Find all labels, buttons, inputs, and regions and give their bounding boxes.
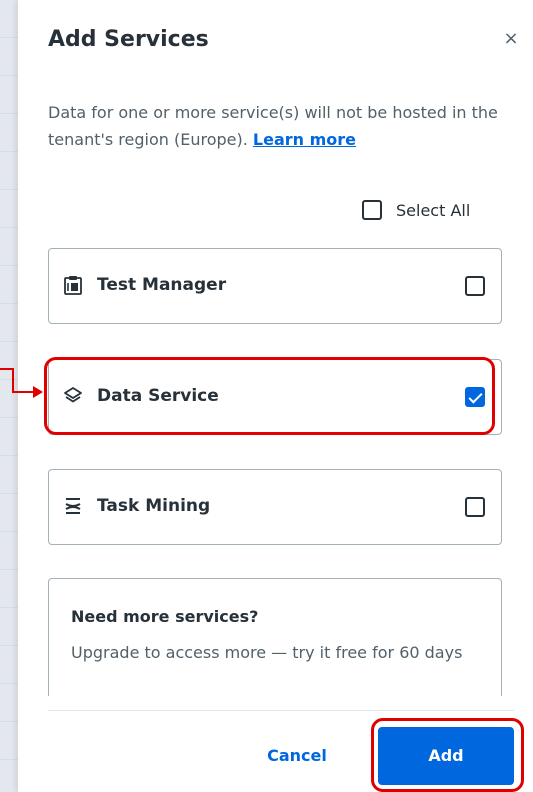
service-card-task-mining[interactable]: Task Mining [48,469,502,545]
service-card-data-service[interactable]: Data Service [48,359,502,435]
background-grid [0,0,20,792]
annotation-line [12,391,34,393]
add-button[interactable]: Add [378,727,514,785]
region-notice: Data for one or more service(s) will not… [48,99,508,153]
annotation-arrow [33,386,43,398]
upsell-card: Need more services? Upgrade to access mo… [48,578,502,696]
test-manager-icon [64,276,82,295]
select-all-control[interactable]: Select All [362,197,470,223]
service-checkbox-test-manager[interactable] [465,276,485,296]
service-name: Task Mining [97,496,211,516]
select-all-label: Select All [396,200,471,220]
service-checkbox-task-mining[interactable] [465,497,485,517]
service-name: Test Manager [97,275,227,295]
annotation-line [12,368,14,393]
close-icon[interactable]: × [500,28,522,50]
service-name: Data Service [97,386,219,406]
footer-divider [48,710,514,711]
layers-icon [64,387,82,403]
cancel-button[interactable]: Cancel [247,735,347,777]
upsell-title: Need more services? [71,607,259,626]
dialog-title: Add Services [48,27,209,52]
service-card-test-manager[interactable]: Test Manager [48,248,502,324]
task-mining-icon [65,498,81,514]
select-all-checkbox[interactable] [362,200,382,220]
upsell-text: Upgrade to access more — try it free for… [71,643,463,662]
learn-more-link[interactable]: Learn more [253,130,356,149]
service-checkbox-data-service[interactable] [465,387,485,407]
